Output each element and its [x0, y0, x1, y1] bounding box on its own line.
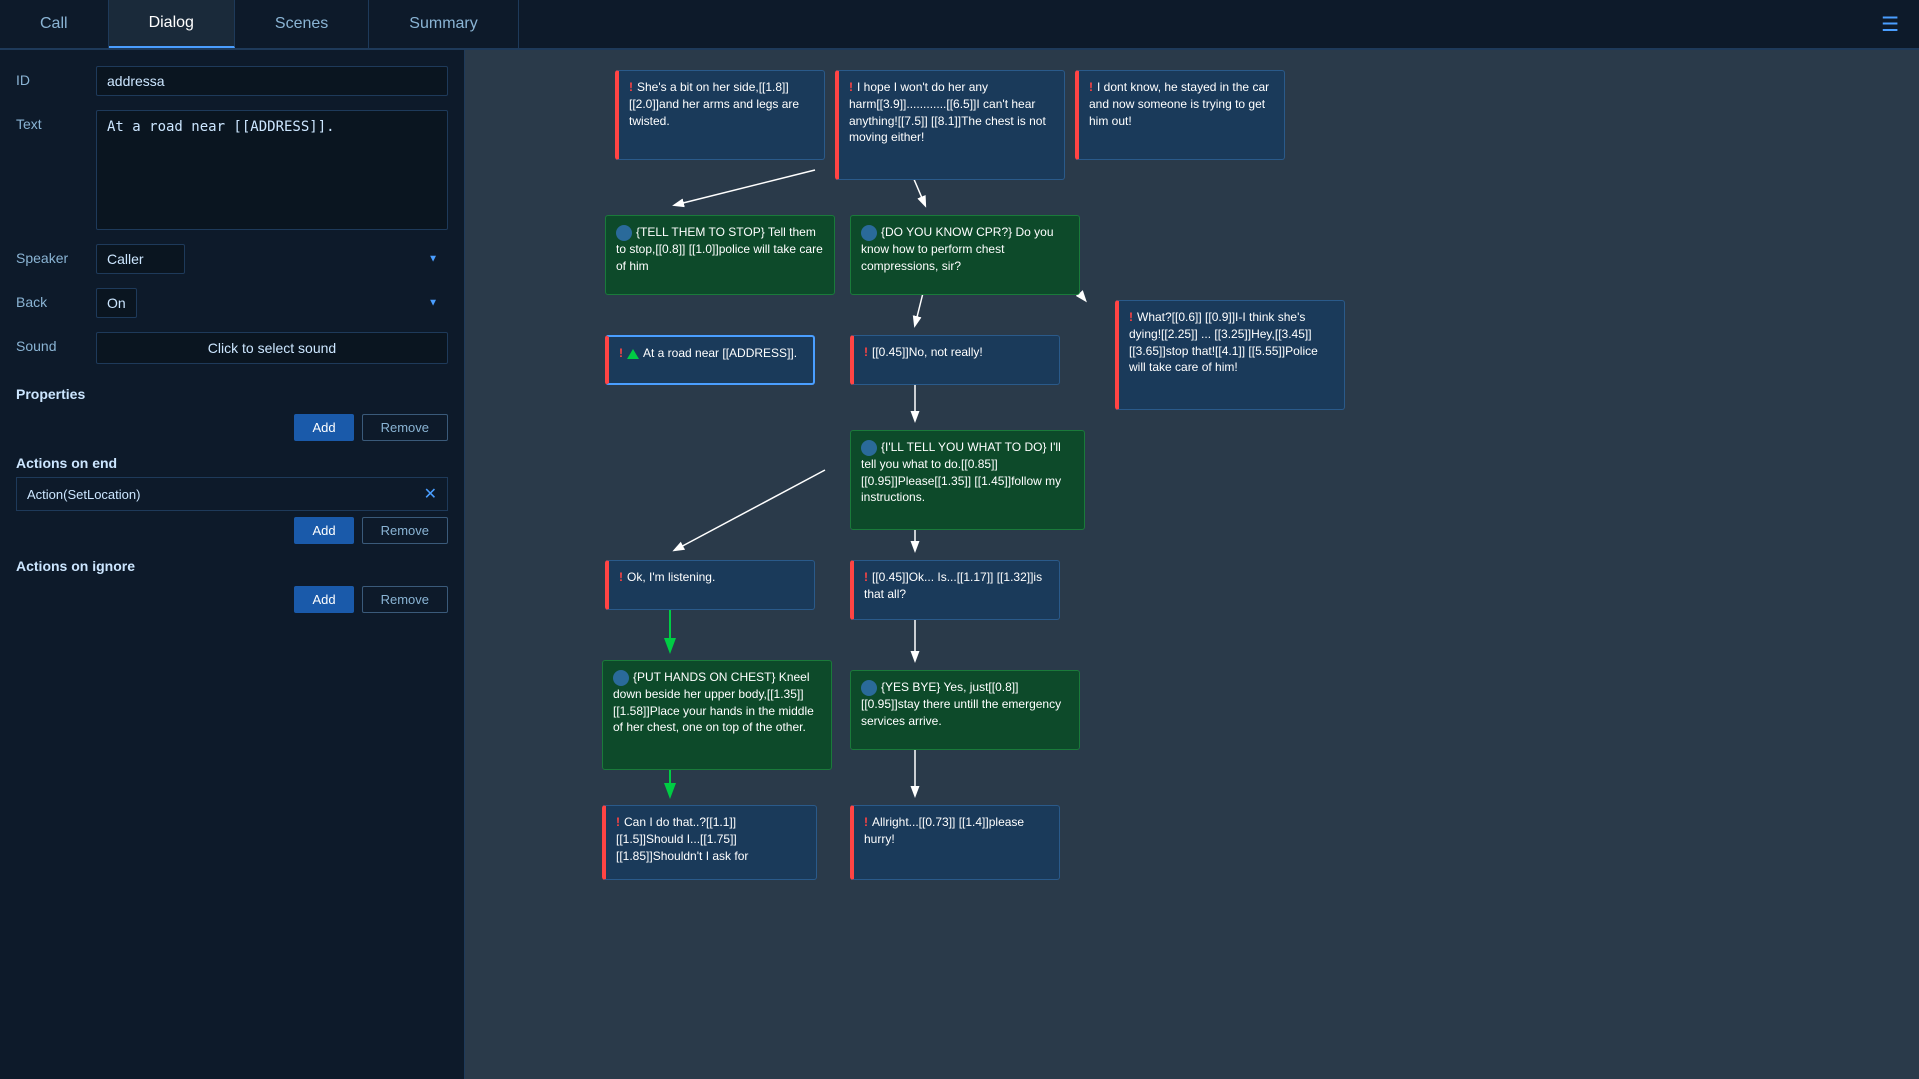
sound-label: Sound [16, 332, 96, 354]
sound-button[interactable]: Click to select sound [96, 332, 448, 364]
actions-ignore-header: Actions on ignore [16, 550, 448, 580]
dialog-node-n11[interactable]: ![[0.45]]Ok... Is...[[1.17]] [[1.32]]is … [850, 560, 1060, 620]
text-input[interactable]: At a road near [[ADDRESS]]. [96, 110, 448, 230]
tab-dialog[interactable]: Dialog [109, 0, 235, 48]
dialog-node-n8[interactable]: ![[0.45]]No, not really! [850, 335, 1060, 385]
canvas-inner: !She's a bit on her side,[[1.8]] [[2.0]]… [505, 60, 1919, 1079]
main-canvas[interactable]: !She's a bit on her side,[[1.8]] [[2.0]]… [465, 50, 1919, 1079]
text-field-row: Text At a road near [[ADDRESS]]. [16, 110, 448, 230]
left-panel: ID Text At a road near [[ADDRESS]]. Spea… [0, 50, 465, 1079]
dialog-node-n14[interactable]: !Can I do that..?[[1.1]] [[1.5]]Should I… [602, 805, 817, 880]
actions-end-header: Actions on end [16, 447, 448, 477]
actions-ignore-add-button[interactable]: Add [294, 586, 353, 613]
top-nav: Call Dialog Scenes Summary ☰ [0, 0, 1919, 50]
dialog-node-n10[interactable]: !Ok, I'm listening. [605, 560, 815, 610]
dialog-node-n5[interactable]: {DO YOU KNOW CPR?} Do you know how to pe… [850, 215, 1080, 295]
dialog-node-n2[interactable]: !I hope I won't do her any harm[[3.9]]..… [835, 70, 1065, 180]
action-setlocation-row: Action(SetLocation) ✕ [16, 477, 448, 511]
dialog-node-n13[interactable]: {YES BYE} Yes, just[[0.8]] [[0.95]]stay … [850, 670, 1080, 750]
id-field-row: ID [16, 66, 448, 96]
hamburger-icon[interactable]: ☰ [1861, 12, 1919, 37]
actions-ignore-btn-row: Add Remove [16, 586, 448, 613]
actions-end-btn-row: Add Remove [16, 517, 448, 544]
back-field-row: Back On Off [16, 288, 448, 318]
dialog-node-n15[interactable]: !Allright...[[0.73]] [[1.4]]please hurry… [850, 805, 1060, 880]
dialog-node-n3[interactable]: !I dont know, he stayed in the car and n… [1075, 70, 1285, 160]
properties-add-button[interactable]: Add [294, 414, 353, 441]
tab-call[interactable]: Call [0, 0, 109, 48]
dialog-node-n4[interactable]: {TELL THEM TO STOP} Tell them to stop,[[… [605, 215, 835, 295]
dialog-node-n9[interactable]: {I'LL TELL YOU WHAT TO DO} I'll tell you… [850, 430, 1085, 530]
id-label: ID [16, 66, 96, 88]
back-label: Back [16, 288, 96, 310]
text-label: Text [16, 110, 96, 132]
back-select[interactable]: On Off [96, 288, 137, 318]
action-setlocation-close[interactable]: ✕ [424, 484, 437, 504]
back-select-wrapper: On Off [96, 288, 448, 318]
speaker-field-row: Speaker Caller Dispatcher Other [16, 244, 448, 274]
speaker-select-wrapper: Caller Dispatcher Other [96, 244, 448, 274]
dialog-node-n7[interactable]: !At a road near [[ADDRESS]]. [605, 335, 815, 385]
tab-scenes[interactable]: Scenes [235, 0, 369, 48]
tab-summary[interactable]: Summary [369, 0, 518, 48]
speaker-select[interactable]: Caller Dispatcher Other [96, 244, 185, 274]
id-input[interactable] [96, 66, 448, 96]
properties-btn-row: Add Remove [16, 414, 448, 441]
dialog-node-n6[interactable]: !What?[[0.6]] [[0.9]]I-I think she's dyi… [1115, 300, 1345, 410]
dialog-node-n12[interactable]: {PUT HANDS ON CHEST} Kneel down beside h… [602, 660, 832, 770]
action-setlocation-label: Action(SetLocation) [27, 487, 140, 502]
properties-remove-button[interactable]: Remove [362, 414, 448, 441]
dialog-node-n1[interactable]: !She's a bit on her side,[[1.8]] [[2.0]]… [615, 70, 825, 160]
sound-field-row: Sound Click to select sound [16, 332, 448, 364]
properties-header: Properties [16, 378, 448, 408]
actions-ignore-remove-button[interactable]: Remove [362, 586, 448, 613]
speaker-label: Speaker [16, 244, 96, 266]
actions-end-remove-button[interactable]: Remove [362, 517, 448, 544]
actions-end-add-button[interactable]: Add [294, 517, 353, 544]
